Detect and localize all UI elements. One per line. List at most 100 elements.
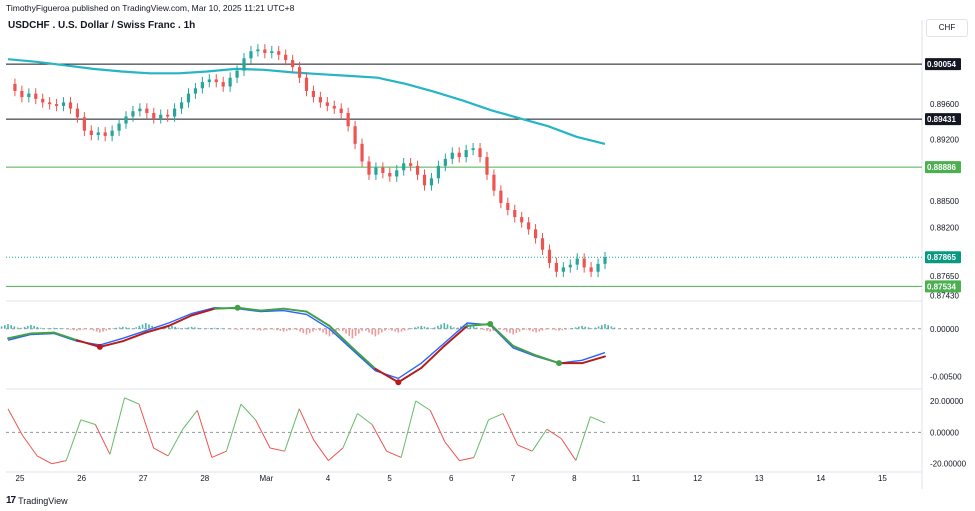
osc-line-segment xyxy=(182,410,198,430)
macd-histogram-bar xyxy=(489,328,491,332)
macd-histogram-bar xyxy=(95,328,98,332)
osc-line-segment xyxy=(284,408,300,452)
macd-histogram-bar xyxy=(204,328,206,330)
moving-average xyxy=(7,58,606,145)
osc-line-segment xyxy=(51,460,67,465)
candle-body xyxy=(429,178,434,186)
macd-histogram-bar xyxy=(69,328,72,330)
macd-histogram-bar xyxy=(112,328,115,329)
macd-line-segment xyxy=(489,322,515,347)
macd-histogram-bar xyxy=(384,328,386,331)
macd-histogram-bar xyxy=(66,328,69,330)
osc-line-segment xyxy=(502,413,519,446)
price-tick-label: 0.88200 xyxy=(930,224,959,233)
tradingview-footer[interactable]: 17 TradingView xyxy=(6,495,68,506)
macd-tick-label: -0.00500 xyxy=(930,373,962,382)
axis-labels: 25 26 27 28 Mar 4 5 6 7 8 11 12 13 14 15 0.89600 0.89200… xyxy=(16,100,967,483)
osc-line-segment xyxy=(124,397,140,405)
macd-line-segment xyxy=(52,331,78,342)
candle-body xyxy=(297,67,302,78)
macd-histogram-bar xyxy=(213,327,216,329)
macd-histogram-bar xyxy=(322,328,324,333)
macd-histogram-bar xyxy=(532,328,534,332)
macd-histogram-bar xyxy=(72,328,75,331)
macd-histogram-bar xyxy=(601,325,603,329)
macd-histogram-bar xyxy=(105,328,108,331)
osc-line-segment xyxy=(80,419,96,425)
macd-histogram-bar xyxy=(433,327,436,329)
macd-line-segment xyxy=(535,354,561,365)
candle-body xyxy=(478,148,482,158)
candle-body xyxy=(367,161,371,175)
macd-histogram-bar xyxy=(108,328,111,330)
macd-histogram-bar xyxy=(227,328,229,330)
macd-histogram-bar xyxy=(613,327,616,329)
macd-histogram-bar xyxy=(584,326,587,329)
macd-histogram-bar xyxy=(16,327,19,329)
macd-line-segment xyxy=(512,344,538,357)
candle-body xyxy=(464,150,468,158)
macd-histogram-bar xyxy=(571,328,574,329)
macd-histogram-bar xyxy=(128,327,131,329)
candle-body xyxy=(242,58,246,71)
osc-line-segment xyxy=(94,424,111,455)
macd-histogram-bar xyxy=(7,323,9,329)
macd-histogram-bar xyxy=(446,324,449,329)
macd-histogram-bar xyxy=(256,328,259,331)
macd-histogram-bar xyxy=(46,328,49,329)
macd-histogram-bar xyxy=(56,328,58,329)
macd-pane xyxy=(0,304,922,386)
macd-histogram-bar xyxy=(62,328,65,330)
macd-histogram-bar xyxy=(4,325,6,329)
macd-histogram-bar xyxy=(400,328,403,332)
osc-line-segment xyxy=(429,410,446,442)
candle-body xyxy=(561,267,565,272)
macd-histogram-bar xyxy=(498,328,501,330)
candle-body xyxy=(41,98,45,103)
macd-histogram-bar xyxy=(544,328,547,330)
candle-body xyxy=(124,116,128,124)
candle-body xyxy=(179,102,184,109)
macd-histogram-bar xyxy=(319,328,321,331)
macd-histogram-bar xyxy=(89,328,92,330)
macd-histogram-bar xyxy=(187,327,190,329)
candle-body xyxy=(263,49,267,53)
macd-histogram-bar xyxy=(233,328,236,330)
macd-histogram-bar xyxy=(440,324,442,329)
macd-histogram-bar xyxy=(551,328,554,330)
macd-histogram-bar xyxy=(296,328,298,331)
candle-body xyxy=(27,93,31,98)
candle-body xyxy=(186,93,191,103)
macd-histogram-bar xyxy=(148,324,150,329)
macd-histogram-bar xyxy=(13,326,16,329)
candle-body xyxy=(325,102,329,106)
osc-line-segment xyxy=(473,419,489,458)
macd-histogram-bar xyxy=(49,328,52,329)
candle-body xyxy=(596,263,600,272)
macd-histogram-bar xyxy=(486,328,488,331)
candle-body xyxy=(110,130,114,136)
osc-line-segment xyxy=(298,408,315,441)
macd-signal-line xyxy=(7,306,606,380)
osc-line-segment xyxy=(386,450,402,458)
macd-line-segment xyxy=(443,324,469,347)
candle-body xyxy=(291,60,295,68)
macd-histogram-bar xyxy=(397,328,400,333)
candle-body xyxy=(311,90,316,98)
macd-histogram-bar xyxy=(472,326,475,329)
candle-body xyxy=(138,108,142,112)
macd-line-segment xyxy=(466,322,492,327)
macd-histogram-bar xyxy=(266,328,268,330)
candle-body xyxy=(131,111,135,117)
macd-line-segment xyxy=(75,339,101,348)
chart-canvas[interactable]: 25 26 27 28 Mar 4 5 6 7 8 11 12 13 14 15 0.89600 0.89200… xyxy=(0,0,975,511)
macd-histogram-bar xyxy=(574,327,577,329)
osc-line-segment xyxy=(269,447,285,452)
moving-average-line xyxy=(7,58,606,145)
macd-histogram-bar xyxy=(36,326,39,329)
macd-histogram-bar xyxy=(282,328,285,332)
macd-line-segment xyxy=(420,344,446,369)
osc-line-segment xyxy=(459,456,475,462)
osc-line-segment xyxy=(517,444,533,452)
candle-body xyxy=(457,152,461,158)
